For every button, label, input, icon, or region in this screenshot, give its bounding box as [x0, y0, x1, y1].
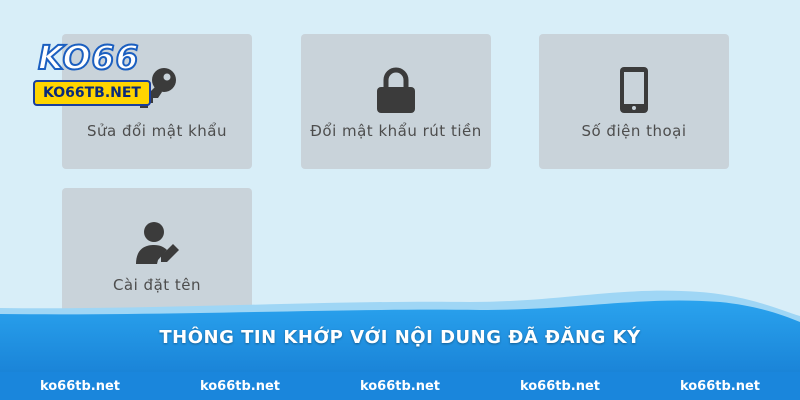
phone-number-card[interactable]: Số điện thoại	[539, 34, 729, 169]
footer-link[interactable]: ko66tb.net	[40, 379, 120, 394]
brand-domain-badge: KO66TB.NET	[33, 80, 151, 106]
user-edit-icon	[134, 220, 180, 270]
withdraw-password-card[interactable]: Đổi mật khẩu rút tiền	[301, 34, 491, 169]
brand-logo: KO66 KO66TB.NET	[30, 37, 151, 108]
change-password-label: Sửa đổi mật khẩu	[87, 122, 227, 140]
phone-number-label: Số điện thoại	[581, 122, 687, 140]
footer-link[interactable]: ko66tb.net	[360, 379, 440, 394]
footer-link[interactable]: ko66tb.net	[520, 379, 600, 394]
withdraw-password-label: Đổi mật khẩu rút tiền	[310, 122, 482, 140]
phone-icon	[619, 66, 649, 118]
brand-logo-text: KO66	[37, 37, 140, 78]
footer-links: ko66tb.net ko66tb.net ko66tb.net ko66tb.…	[0, 372, 800, 400]
lock-icon	[374, 66, 418, 118]
footer-link[interactable]: ko66tb.net	[680, 379, 760, 394]
banner-title: THÔNG TIN KHỚP VỚI NỘI DUNG ĐÃ ĐĂNG KÝ	[159, 327, 641, 348]
footer-link[interactable]: ko66tb.net	[200, 379, 280, 394]
